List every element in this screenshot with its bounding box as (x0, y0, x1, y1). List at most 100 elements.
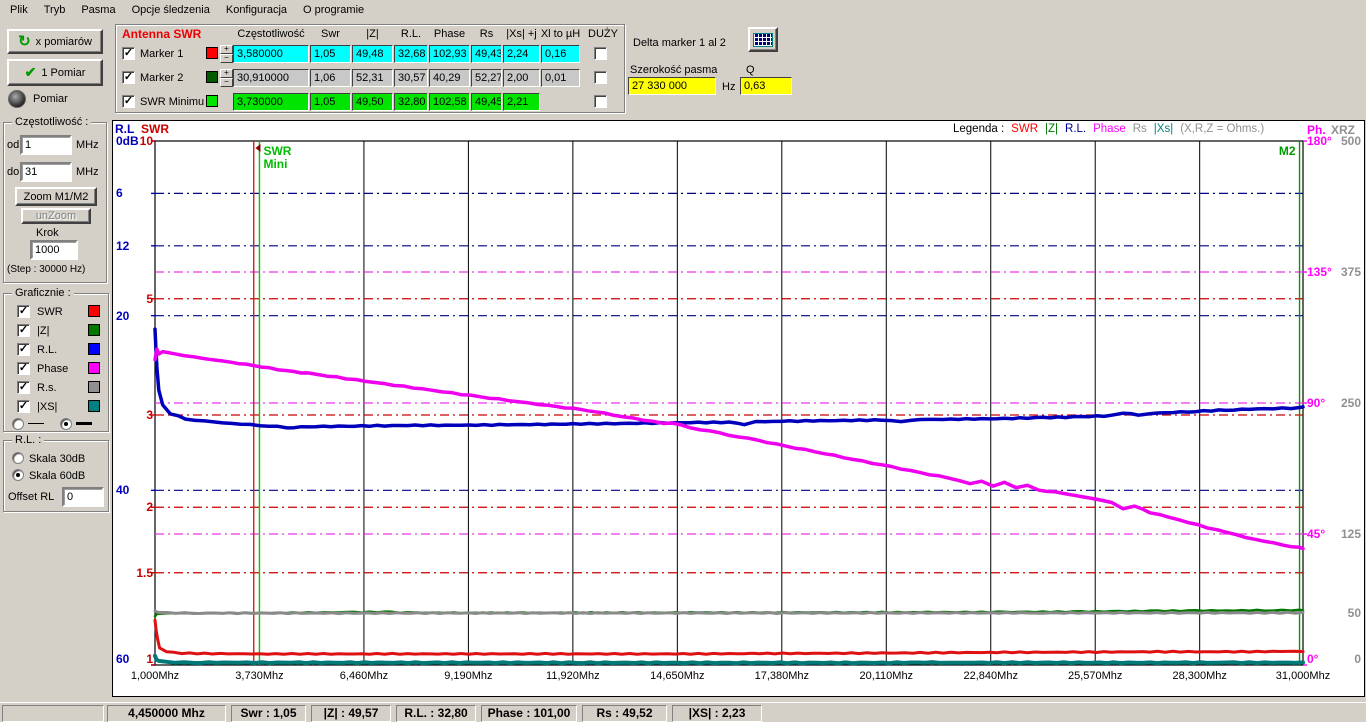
marker-value-marker-1-swr: 1,05 (310, 45, 351, 63)
calculator-button[interactable] (748, 27, 778, 52)
trace-checkbox-z[interactable]: ✓ (17, 324, 30, 337)
pomiar-knob-icon[interactable] (8, 90, 26, 108)
delta-panel: Delta marker 1 al 2 Szerokość pasma 27 3… (628, 24, 798, 113)
series-curve-phase (155, 349, 1303, 549)
menu-item-pasma[interactable]: Pasma (73, 2, 123, 18)
status-cell-rs: Rs : 49,52 (582, 705, 667, 722)
rl-scale-radio-skala-60db[interactable] (12, 469, 24, 481)
marker-value-marker-1-r-l: 32,68 (394, 45, 428, 63)
marker-value-swr-minimu-xs-j: 2,21 (503, 93, 540, 111)
marker-value-swr-minimu-z: 49,50 (352, 93, 393, 111)
marker-visible-checkbox-swr-minimu[interactable]: ✓ (122, 95, 135, 108)
marker-value-swr-minimu-cz-stotliwo: 3,730000 (233, 93, 309, 111)
rl-group-title: R.L. : (12, 434, 44, 446)
repeat-measure-button[interactable]: ↻ x pomiarów (7, 29, 103, 54)
marker-value-marker-2-r-l: 30,57 (394, 69, 428, 87)
marker-value-marker-2-xs-j: 2,00 (503, 69, 540, 87)
duzy-checkbox-swr-minimu[interactable] (594, 95, 607, 108)
swr-min-arrow (255, 144, 260, 152)
marker-value-marker-2-z: 52,31 (352, 69, 393, 87)
chart-plot[interactable] (113, 121, 1364, 696)
marker-label-marker-1: Marker 1 (140, 48, 183, 60)
status-cell-empty (2, 705, 104, 722)
marker-value-marker-1-xl-to-h: 0,16 (541, 45, 580, 63)
single-measure-label: 1 Pomiar (41, 67, 85, 79)
trace-checkbox-xs[interactable]: ✓ (17, 400, 30, 413)
line-thick-sample (76, 422, 92, 425)
spinner-down[interactable]: − (220, 54, 233, 63)
marker-value-marker-1-cz-stotliwo: 3,580000 (233, 45, 309, 63)
trace-label-phase: Phase (37, 363, 68, 375)
rl-scale-label-skala-30db: Skala 30dB (29, 453, 85, 465)
line-thin-radio[interactable] (12, 418, 24, 430)
marker-visible-checkbox-marker-2[interactable]: ✓ (122, 71, 135, 84)
menu-item-o-programie[interactable]: O programie (295, 2, 372, 18)
trace-color-swatch-z (88, 324, 100, 336)
trace-color-swatch-r-l (88, 343, 100, 355)
trace-checkbox-r-s[interactable]: ✓ (17, 381, 30, 394)
marker-value-marker-2-rs: 52,27 (471, 69, 502, 87)
graficznie-group: Graficznie : ✓SWR✓|Z|✓R.L.✓Phase✓R.s.✓|X… (3, 293, 109, 432)
status-bar: 4,450000 MhzSwr : 1,05|Z| : 49,57R.L. : … (0, 702, 1366, 722)
rl-scale-label-skala-60db: Skala 60dB (29, 470, 85, 482)
status-cell-xs: |XS| : 2,23 (672, 705, 762, 722)
q-value: 0,63 (740, 77, 792, 95)
menu-item-tryb[interactable]: Tryb (36, 2, 74, 18)
chart-panel: R.LSWRLegenda :SWR|Z|R.L.PhaseRs|Xs|(X,R… (112, 120, 1365, 697)
marker-value-marker-1-z: 49,48 (352, 45, 393, 63)
frequency-group: Częstotliwość : od MHz do MHz Zoom M1/M2… (3, 122, 107, 283)
trace-checkbox-phase[interactable]: ✓ (17, 362, 30, 375)
repeat-measure-label: x pomiarów (36, 36, 92, 48)
calculator-icon (753, 33, 773, 47)
marker-value-swr-minimu-swr: 1,05 (310, 93, 351, 111)
spinner-down[interactable]: − (220, 78, 233, 87)
marker-value-marker-2-phase: 40,29 (429, 69, 470, 87)
trace-color-swatch-r-s (88, 381, 100, 393)
trace-color-swatch-phase (88, 362, 100, 374)
krok-input[interactable] (30, 240, 78, 260)
trace-color-swatch-xs (88, 400, 100, 412)
line-thick-radio[interactable] (60, 418, 72, 430)
series-curve-r-l (155, 329, 1303, 428)
marker-value-marker-1-phase: 102,93 (429, 45, 470, 63)
do-label: do (7, 166, 19, 178)
marker-spinner-marker-1[interactable]: +− (220, 45, 233, 63)
duzy-checkbox-marker-1[interactable] (594, 47, 607, 60)
unzoom-button[interactable]: unZoom (21, 208, 91, 224)
trace-checkbox-r-l[interactable]: ✓ (17, 343, 30, 356)
rl-scale-radio-skala-30db[interactable] (12, 452, 24, 464)
zoom-m1-m2-button[interactable]: Zoom M1/M2 (15, 187, 97, 206)
duzy-checkbox-marker-2[interactable] (594, 71, 607, 84)
status-cell-swr: Swr : 1,05 (231, 705, 306, 722)
delta-title: Delta marker 1 al 2 (633, 37, 726, 49)
do-unit: MHz (76, 166, 99, 178)
marker-panel-title: Antenna SWR (122, 27, 201, 41)
graficznie-group-title: Graficznie : (12, 287, 74, 299)
marker-value-swr-minimu-rs: 49,45 (471, 93, 502, 111)
offset-rl-label: Offset RL (8, 491, 54, 503)
status-cell-r-l: R.L. : 32,80 (396, 705, 476, 722)
trace-label-r-s: R.s. (37, 382, 57, 394)
freq-from-input[interactable] (20, 135, 72, 155)
menu-item-konfiguracja[interactable]: Konfiguracja (218, 2, 295, 18)
marker-label-swr-minimu: SWR Minimu (140, 96, 204, 108)
marker-panel: Antenna SWR CzęstotliwośćSwr|Z|R.L.Phase… (115, 24, 625, 113)
menu-bar: PlikTrybPasmaOpcje śledzeniaKonfiguracja… (0, 0, 1366, 19)
menu-item-plik[interactable]: Plik (2, 2, 36, 18)
marker-color-swatch-swr-minimu (206, 95, 218, 107)
marker-visible-checkbox-marker-1[interactable]: ✓ (122, 47, 135, 60)
marker-color-swatch-marker-1 (206, 47, 218, 59)
bandwidth-value: 27 330 000 (628, 77, 716, 95)
menu-item-opcje-ledzenia[interactable]: Opcje śledzenia (124, 2, 218, 18)
single-measure-button[interactable]: ✔ 1 Pomiar (7, 59, 103, 86)
bandwidth-label: Szerokość pasma (630, 64, 717, 76)
offset-rl-input[interactable] (62, 487, 104, 507)
trace-checkbox-swr[interactable]: ✓ (17, 305, 30, 318)
marker-spinner-marker-2[interactable]: +− (220, 69, 233, 87)
od-unit: MHz (76, 139, 99, 151)
freq-to-input[interactable] (20, 162, 72, 182)
marker-value-marker-2-swr: 1,06 (310, 69, 351, 87)
status-cell-phase: Phase : 101,00 (481, 705, 577, 722)
line-thin-sample (28, 423, 44, 424)
status-cell-4-450000-mhz: 4,450000 Mhz (107, 705, 226, 722)
